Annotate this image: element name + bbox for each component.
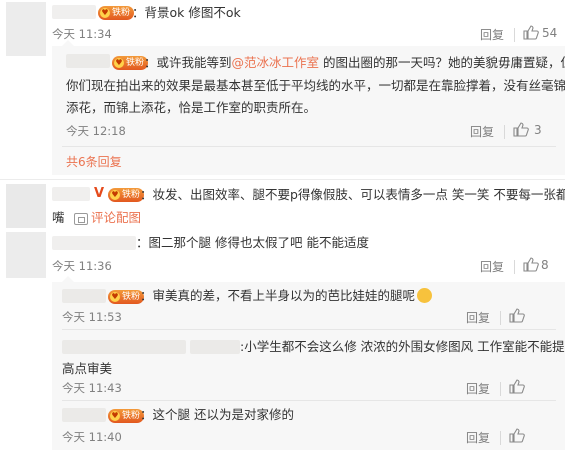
- fan-icon: ♥: [110, 411, 120, 421]
- username-blurred[interactable]: [62, 408, 106, 422]
- username-blurred[interactable]: [52, 187, 90, 201]
- thumbs-up-icon[interactable]: [509, 308, 525, 323]
- reply-panel: [52, 282, 565, 450]
- more-replies-link[interactable]: 共6条回复: [66, 153, 122, 170]
- avatar[interactable]: [6, 184, 46, 228]
- fan-icon: ♥: [114, 58, 124, 68]
- comment-text: ：图二那个腿 修得也太假了吧 能不能适度: [136, 235, 369, 250]
- reply-button[interactable]: 回复: [470, 123, 494, 140]
- fan-icon: ♥: [100, 8, 110, 18]
- verified-v-icon: V: [93, 186, 105, 201]
- reply-text: :小学生都不会这么修 浓浓的外围女修图风 工作室能不能提: [240, 339, 565, 354]
- reply-panel-arrow: [62, 40, 74, 46]
- like-count: 3: [534, 123, 542, 137]
- divider: [500, 311, 501, 325]
- fan-icon: ♥: [110, 292, 120, 302]
- reply-time: 今天 12:18: [66, 124, 126, 138]
- thumbs-up-icon[interactable]: [523, 25, 539, 40]
- reply-text-pre: ：或许我能等到: [144, 55, 232, 70]
- fan-badge-label: 铁粉: [122, 190, 141, 200]
- avatar[interactable]: [6, 232, 46, 278]
- reply-button[interactable]: 回复: [480, 26, 504, 43]
- username-blurred[interactable]: [190, 340, 240, 354]
- reply-button[interactable]: 回复: [466, 380, 490, 397]
- username-blurred[interactable]: [52, 5, 96, 19]
- fan-badge-label: 铁粉: [122, 411, 141, 421]
- reply-button[interactable]: 回复: [466, 309, 490, 326]
- fan-badge: ♥ 铁粉: [108, 290, 145, 304]
- laughing-emoji-icon: [417, 288, 433, 303]
- fan-badge: ♥ 铁粉: [98, 6, 135, 20]
- fan-badge-label: 铁粉: [126, 58, 145, 68]
- comment-time: 今天 11:34: [52, 27, 112, 41]
- thumbs-up-icon[interactable]: [513, 122, 529, 137]
- divider: [62, 146, 556, 147]
- like-count: 8: [541, 258, 549, 272]
- divider: [504, 125, 505, 139]
- comment-text: ：背景ok 修图不ok: [132, 5, 241, 20]
- reply-text-post: 的图出圈的那一天吗？她的美貌毋庸置疑，但: [319, 55, 565, 70]
- reply-button[interactable]: 回复: [480, 258, 504, 275]
- fan-badge-label: 铁粉: [112, 8, 131, 18]
- reply-text-line: 添花，而锦上添花，恰是工作室的职责所在。: [66, 100, 317, 115]
- image-icon[interactable]: [74, 213, 88, 225]
- divider: [514, 28, 515, 42]
- reply-text: ：或许我能等到@范冰冰工作室 的图出圈的那一天吗？她的美貌毋庸置疑，但: [144, 52, 565, 74]
- reply-text: ：这个腿 还以为是对家修的: [140, 407, 294, 422]
- reply-text-content: ：审美真的差，不看上半身以为的芭比娃娃的腿呢: [140, 288, 416, 303]
- fan-badge: ♥ 铁粉: [108, 188, 145, 202]
- comment-time: 今天 11:36: [52, 259, 112, 273]
- avatar[interactable]: [6, 2, 46, 56]
- thumbs-up-icon[interactable]: [509, 379, 525, 394]
- reply-text-line: 你们现在拍出来的效果是最基本甚至低于平均线的水平，一切都是在靠脸撑着，没有丝毫锦…: [66, 78, 565, 93]
- username-blurred[interactable]: [62, 340, 186, 354]
- divider: [500, 382, 501, 396]
- divider: [62, 329, 556, 330]
- reply-text: ：审美真的差，不看上半身以为的芭比娃娃的腿呢: [140, 285, 433, 307]
- thumbs-up-icon[interactable]: [523, 257, 539, 272]
- reply-time: 今天 11:43: [62, 381, 122, 395]
- username-blurred[interactable]: [66, 54, 110, 68]
- divider: [514, 260, 515, 274]
- comment-image-link[interactable]: 评论配图: [91, 207, 141, 229]
- divider: [500, 431, 501, 445]
- reply-panel-arrow: [62, 276, 74, 282]
- reply-time: 今天 11:53: [62, 310, 122, 324]
- mention-link[interactable]: @范冰冰工作室: [232, 55, 320, 70]
- thumbs-up-icon[interactable]: [509, 428, 525, 443]
- fan-icon: ♥: [110, 190, 120, 200]
- like-count: 54: [542, 26, 558, 40]
- divider: [62, 400, 556, 401]
- fan-badge: ♥ 铁粉: [108, 409, 145, 423]
- comment-divider: [0, 179, 565, 180]
- reply-button[interactable]: 回复: [466, 429, 490, 446]
- username-blurred[interactable]: [62, 289, 106, 303]
- comment-text: ：妆发、出图效率、腿不要p得像假肢、可以表情多一点 笑一笑 不要每一张都撅: [140, 187, 565, 202]
- reply-text-line: 高点审美: [62, 361, 113, 376]
- username-blurred[interactable]: [52, 236, 136, 250]
- fan-badge-label: 铁粉: [122, 292, 141, 302]
- comment-text-line: 嘴: [52, 210, 65, 225]
- fan-badge: ♥ 铁粉: [112, 56, 149, 70]
- reply-time: 今天 11:40: [62, 430, 122, 444]
